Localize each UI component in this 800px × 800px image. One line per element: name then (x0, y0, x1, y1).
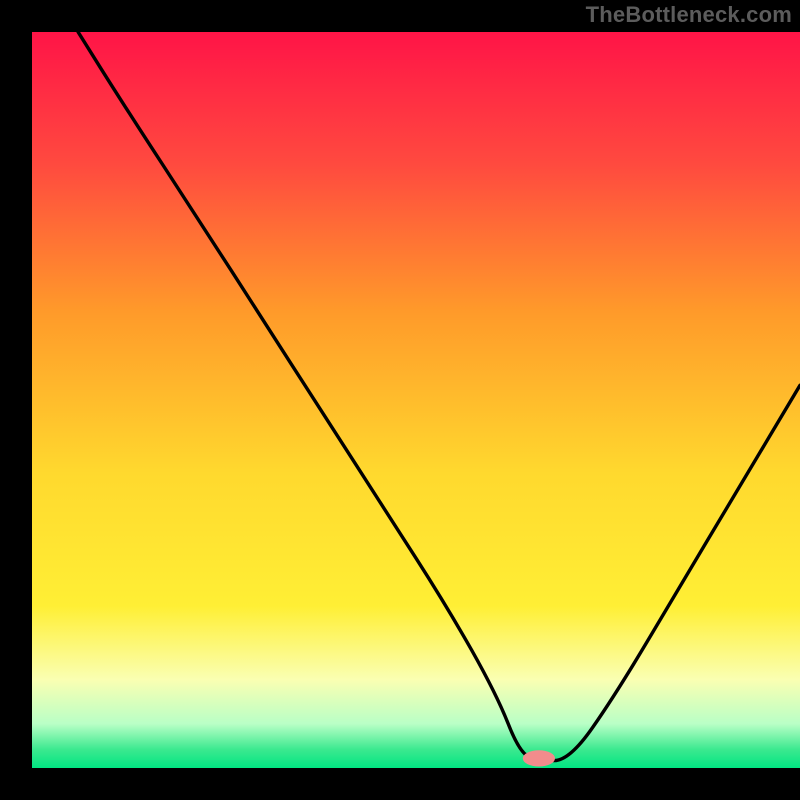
bottleneck-chart: TheBottleneck.com (0, 0, 800, 800)
watermark-label: TheBottleneck.com (586, 2, 792, 28)
optimal-point-marker (523, 750, 555, 766)
chart-svg (0, 0, 800, 800)
